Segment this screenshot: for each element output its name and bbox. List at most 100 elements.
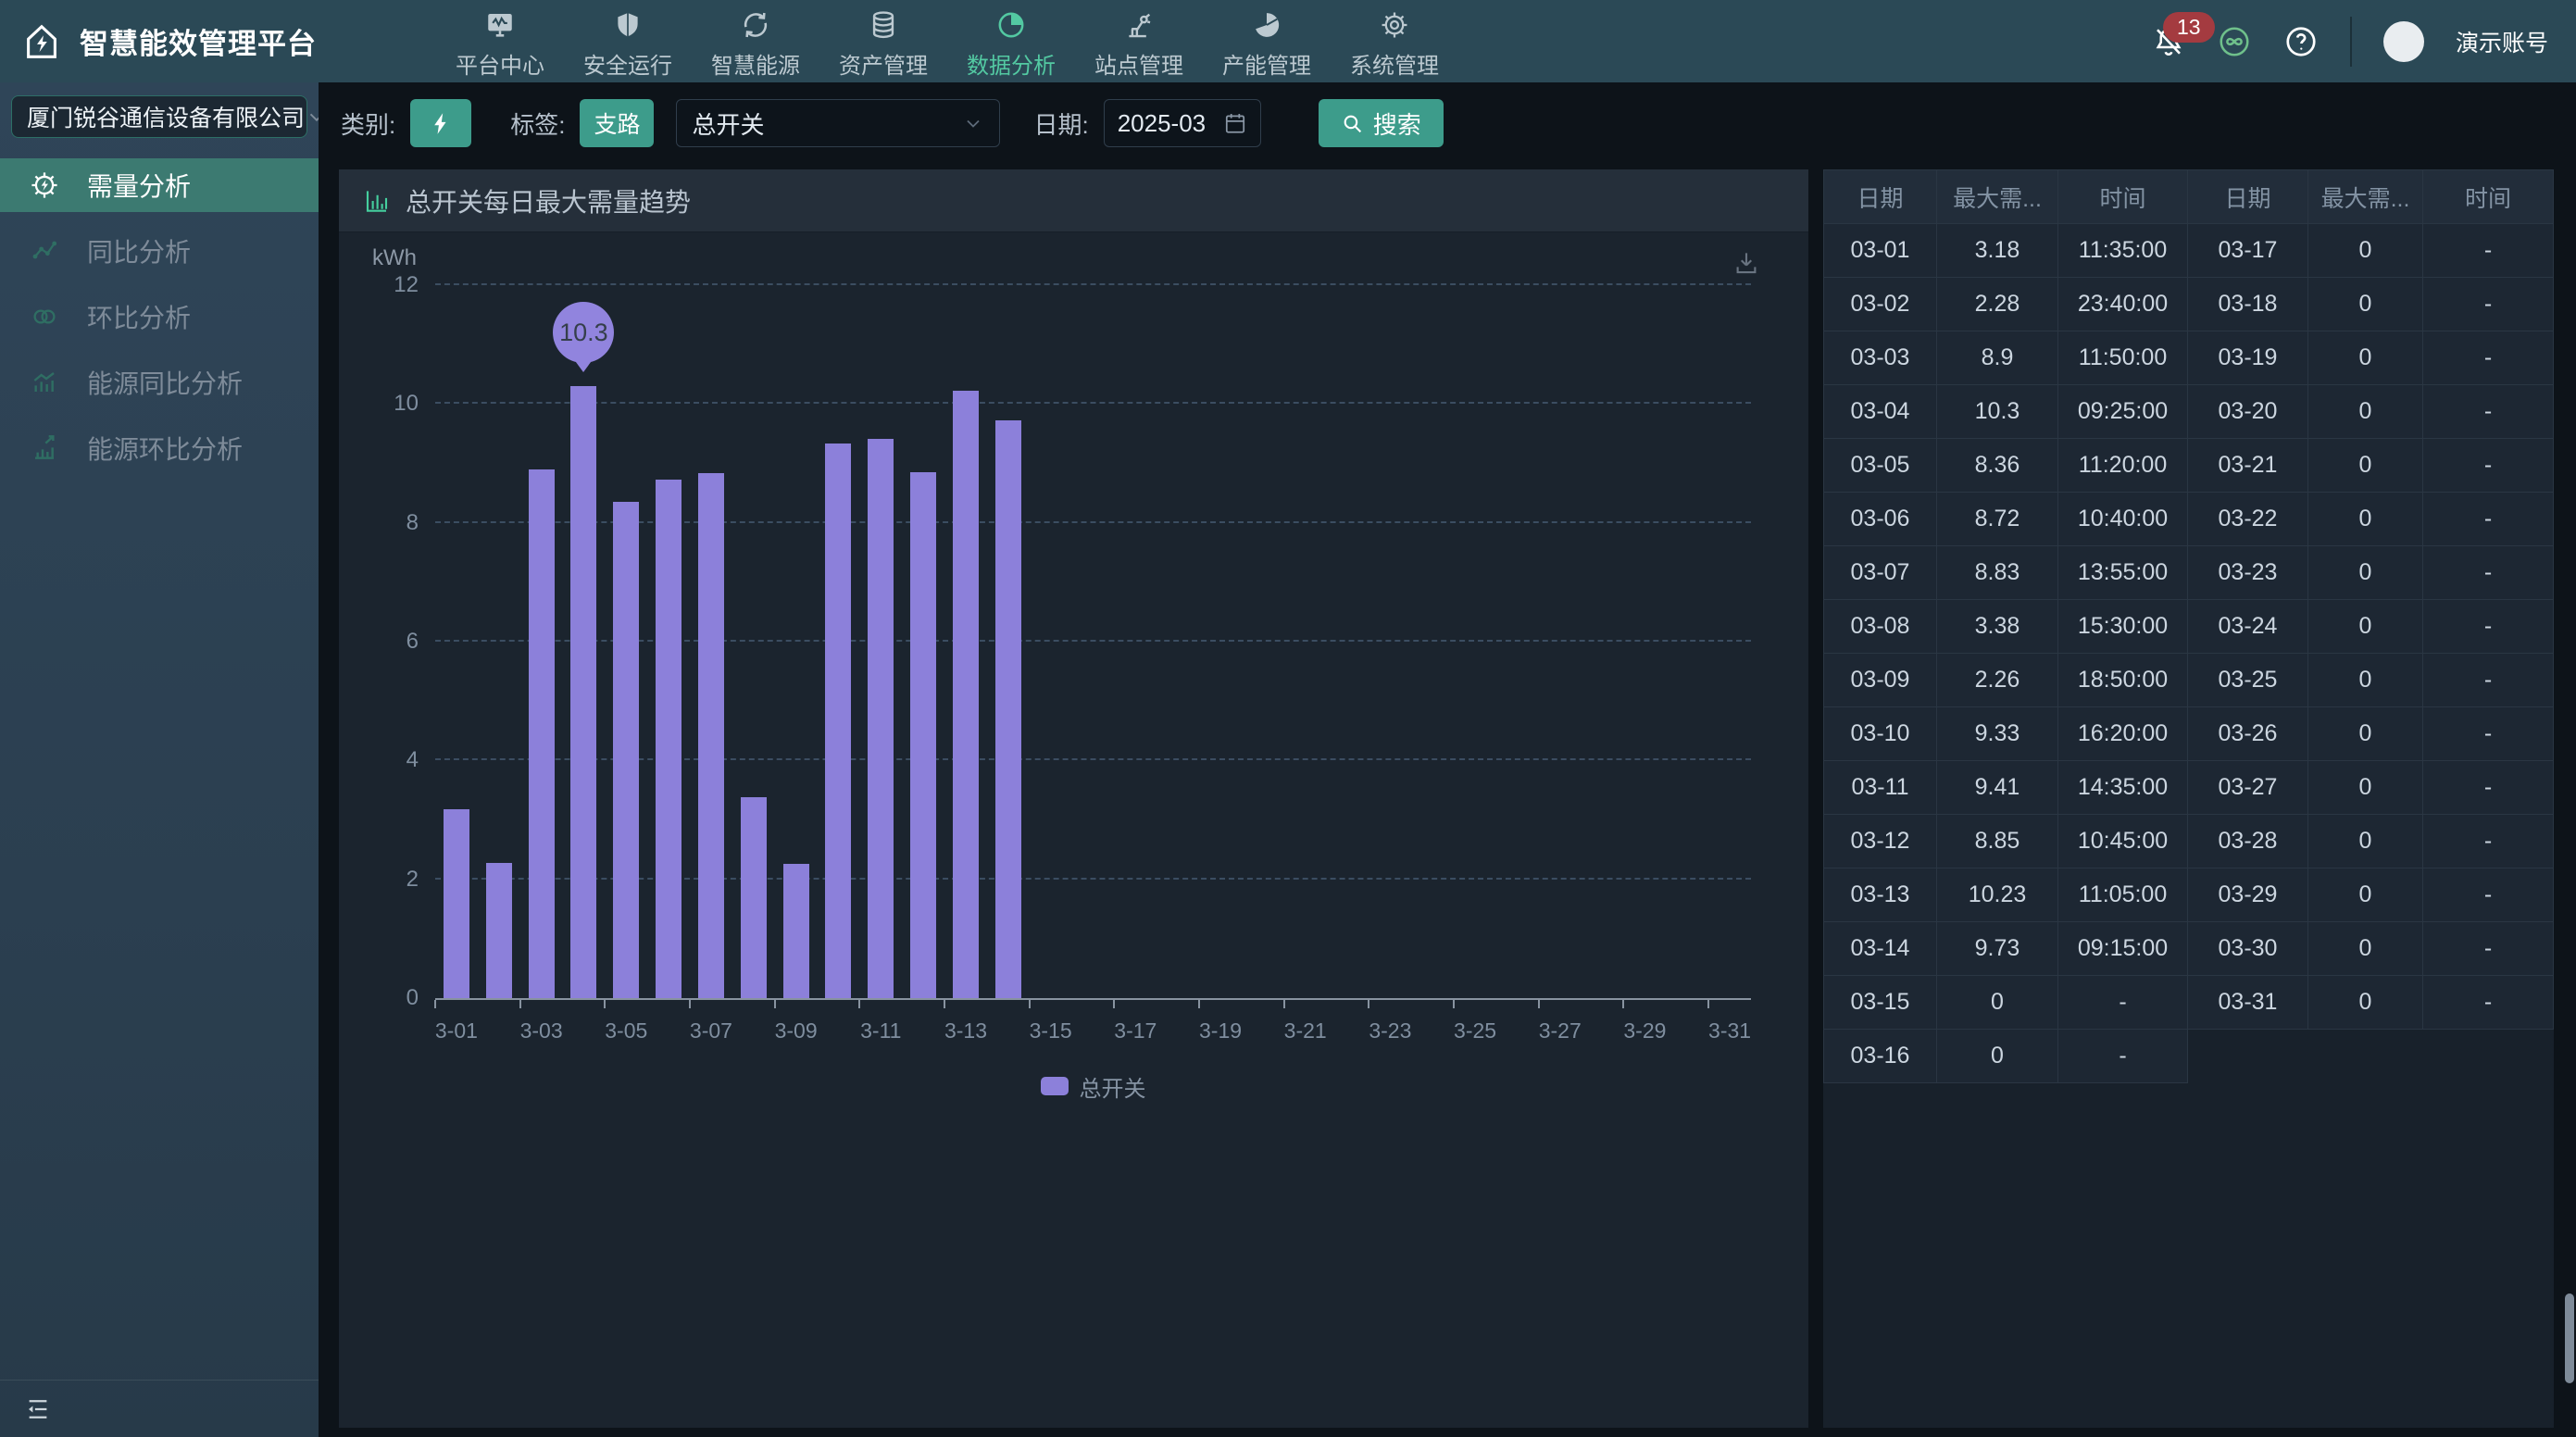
nav-item-站点管理[interactable]: 站点管理 [1094, 4, 1183, 80]
table-cell: 03-24 [2188, 600, 2308, 654]
x-axis-tick [1538, 1000, 1540, 1008]
table-panel: 日期最大需...时间日期最大需...时间03-013.1811:35:0003-… [1823, 169, 2554, 1428]
table-cell: 03-15 [1824, 976, 1937, 1030]
tooltip-value: 10.3 [553, 302, 614, 363]
y-axis-label: 2 [406, 867, 419, 893]
tag-branch-button[interactable]: 支路 [580, 99, 654, 147]
bar-3-07[interactable] [698, 473, 724, 998]
x-axis-tick [774, 1000, 776, 1008]
main-area: 类别: 标签: 支路 总开关 日期: 2025-03 搜索 [319, 82, 2576, 1437]
table-cell: 0 [2308, 493, 2423, 546]
nav-item-产能管理[interactable]: 产能管理 [1222, 4, 1311, 80]
table-cell: 15:30:00 [2058, 600, 2188, 654]
bars-trend-icon [30, 368, 59, 397]
demand-gear-bolt-icon [30, 170, 59, 200]
date-picker[interactable]: 2025-03 [1104, 99, 1261, 147]
bar-3-11[interactable] [868, 439, 894, 998]
bar-3-05[interactable] [613, 502, 639, 998]
search-button[interactable]: 搜索 [1319, 99, 1444, 147]
scrollbar-thumb[interactable] [2565, 1293, 2574, 1383]
x-axis-tick [1113, 1000, 1115, 1008]
bar-3-01[interactable] [444, 809, 469, 998]
chart-tooltip: 10.3 [553, 302, 614, 382]
table-cell: - [2058, 1030, 2188, 1083]
chart-title: 总开关每日最大需量趋势 [406, 182, 691, 219]
download-icon[interactable] [1732, 249, 1760, 277]
table-cell: 03-04 [1824, 385, 1937, 439]
table-header-cell: 日期 [2188, 170, 2308, 224]
sidebar-item-环比分析[interactable]: 环比分析 [0, 290, 319, 344]
header-divider [2350, 17, 2352, 67]
table-cell: 03-07 [1824, 546, 1937, 600]
chart-legend[interactable]: 总开关 [435, 1070, 1751, 1102]
breaker-select[interactable]: 总开关 [676, 99, 1000, 147]
sidebar-item-需量分析[interactable]: 需量分析 [0, 158, 319, 212]
table-cell: 03-11 [1824, 761, 1937, 815]
bar-3-14[interactable] [995, 420, 1021, 998]
table-cell: 09:25:00 [2058, 385, 2188, 439]
bar-3-09[interactable] [783, 864, 809, 998]
x-axis-label: 3-19 [1199, 1018, 1242, 1043]
nav-item-安全运行[interactable]: 安全运行 [583, 4, 672, 80]
collapse-sidebar-icon[interactable] [24, 1395, 52, 1423]
y-axis-unit: kWh [372, 245, 417, 271]
date-label: 日期: [1033, 106, 1088, 141]
sidebar-item-能源环比分析[interactable]: 能源环比分析 [0, 421, 319, 475]
nav-item-数据分析[interactable]: 数据分析 [967, 4, 1056, 80]
bar-3-13[interactable] [953, 391, 979, 998]
x-axis-tick [434, 1000, 436, 1008]
bar-3-12[interactable] [910, 472, 936, 998]
bar-3-06[interactable] [656, 480, 682, 998]
x-axis-label: 3-01 [435, 1018, 478, 1043]
x-axis-label: 3-03 [520, 1018, 563, 1043]
table-cell: 03-05 [1824, 439, 1937, 493]
search-button-label: 搜索 [1373, 106, 1421, 141]
database-icon [868, 9, 899, 41]
x-axis-label: 3-27 [1539, 1018, 1582, 1043]
help-icon[interactable] [2283, 24, 2319, 59]
x-axis-label: 3-21 [1284, 1018, 1327, 1043]
table-cell: 23:40:00 [2058, 278, 2188, 331]
nav-item-资产管理[interactable]: 资产管理 [839, 4, 928, 80]
calendar-icon [1223, 111, 1247, 135]
nav-label: 系统管理 [1350, 47, 1439, 80]
bar-3-10[interactable] [825, 444, 851, 998]
table-cell: 03-08 [1824, 600, 1937, 654]
table-cell: 03-01 [1824, 224, 1937, 278]
table-cell: - [2423, 278, 2554, 331]
bar-3-02[interactable] [486, 863, 512, 998]
table-cell: 03-17 [2188, 224, 2308, 278]
y-axis-label: 12 [394, 272, 419, 298]
x-axis-labels: 3-013-033-053-073-093-113-133-153-173-19… [435, 1011, 1751, 1050]
nav-item-平台中心[interactable]: 平台中心 [456, 4, 544, 80]
sidebar-item-label: 同比分析 [87, 232, 191, 269]
x-axis-label: 3-05 [605, 1018, 647, 1043]
category-label: 类别: [341, 106, 395, 141]
link-circle-icon[interactable] [2217, 24, 2252, 59]
notifications-button[interactable]: 13 [2152, 25, 2185, 58]
table-cell: - [2423, 815, 2554, 868]
company-select[interactable]: 厦门锐谷通信设备有限公司 [11, 95, 307, 138]
account-name[interactable]: 演示账号 [2456, 25, 2548, 58]
x-axis-tick [1283, 1000, 1285, 1008]
x-axis-tick [689, 1000, 691, 1008]
bar-3-04[interactable] [570, 386, 596, 998]
table-cell: 0 [1937, 1030, 2058, 1083]
recycle-icon [740, 9, 771, 41]
table-cell: 9.41 [1937, 761, 2058, 815]
x-axis-label: 3-09 [775, 1018, 818, 1043]
table-cell: 10.23 [1937, 868, 2058, 922]
bar-3-03[interactable] [529, 469, 555, 998]
x-axis-label: 3-23 [1369, 1018, 1411, 1043]
vertical-scrollbar [2563, 82, 2576, 1437]
sidebar-item-同比分析[interactable]: 同比分析 [0, 224, 319, 278]
bar-3-08[interactable] [741, 797, 767, 998]
company-select-value: 厦门锐谷通信设备有限公司 [27, 100, 305, 133]
avatar[interactable] [2383, 21, 2424, 62]
sidebar-item-能源同比分析[interactable]: 能源同比分析 [0, 356, 319, 409]
gear-icon [1379, 9, 1410, 41]
table-cell: 03-09 [1824, 654, 1937, 707]
category-electric-button[interactable] [410, 99, 471, 147]
nav-item-系统管理[interactable]: 系统管理 [1350, 4, 1439, 80]
nav-item-智慧能源[interactable]: 智慧能源 [711, 4, 800, 80]
